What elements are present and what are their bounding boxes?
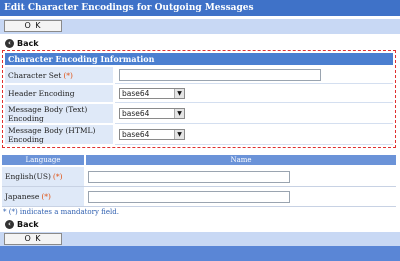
ok-button-top[interactable]: O K xyxy=(4,20,62,32)
bottom-button-bar: O K xyxy=(0,232,400,247)
japanese-name-input[interactable] xyxy=(88,191,290,203)
character-encoding-section: Character Encoding Information Character… xyxy=(2,50,396,148)
mandatory-note: * (*) indicates a mandatory field. xyxy=(3,208,119,216)
top-button-bar: O K xyxy=(0,19,400,34)
header-encoding-cell: base64 ▼ xyxy=(115,85,393,103)
body-text-encoding-cell: base64 ▼ xyxy=(115,104,393,124)
back-label: Back xyxy=(17,220,39,229)
language-english-label: English(US) (*) xyxy=(2,167,84,186)
body-text-encoding-select[interactable]: base64 ▼ xyxy=(119,108,185,119)
body-html-encoding-select[interactable]: base64 ▼ xyxy=(119,129,185,140)
header-encoding-select[interactable]: base64 ▼ xyxy=(119,88,185,99)
footer-bar xyxy=(0,246,400,261)
back-link-bottom[interactable]: ‹ Back xyxy=(5,219,39,230)
required-marker: (*) xyxy=(41,192,51,201)
body-html-encoding-label: Message Body (HTML) Encoding xyxy=(5,125,113,144)
body-text-encoding-row: Message Body (Text) Encoding base64 ▼ xyxy=(5,104,393,124)
chevron-down-icon: ▼ xyxy=(174,89,184,98)
language-japanese-label: Japanese (*) xyxy=(2,187,84,206)
name-column-header: Name xyxy=(86,155,396,165)
body-html-encoding-row: Message Body (HTML) Encoding base64 ▼ xyxy=(5,125,393,145)
back-link-top[interactable]: ‹ Back xyxy=(5,38,39,49)
english-name-input[interactable] xyxy=(88,171,290,183)
character-set-cell xyxy=(115,67,393,84)
character-set-input[interactable] xyxy=(119,69,321,81)
back-arrow-icon: ‹ xyxy=(5,39,14,48)
page-title: Edit Character Encodings for Outgoing Me… xyxy=(0,0,400,16)
section-header: Character Encoding Information xyxy=(5,53,393,65)
chevron-down-icon: ▼ xyxy=(174,109,184,118)
back-label: Back xyxy=(17,39,39,48)
body-text-encoding-label: Message Body (Text) Encoding xyxy=(5,104,113,123)
table-row: Japanese (*) xyxy=(2,187,396,207)
chevron-down-icon: ▼ xyxy=(174,130,184,139)
table-row: English(US) (*) xyxy=(2,167,396,187)
header-encoding-row: Header Encoding base64 ▼ xyxy=(5,85,393,103)
body-html-encoding-cell: base64 ▼ xyxy=(115,125,393,145)
character-set-label: Character Set (*) xyxy=(5,67,113,83)
required-marker: (*) xyxy=(63,70,73,80)
ok-button-bottom[interactable]: O K xyxy=(4,233,62,245)
character-set-row: Character Set (*) xyxy=(5,67,393,84)
language-column-header: Language xyxy=(2,155,84,165)
header-encoding-label: Header Encoding xyxy=(5,85,113,102)
back-arrow-icon: ‹ xyxy=(5,220,14,229)
required-marker: (*) xyxy=(52,172,63,181)
